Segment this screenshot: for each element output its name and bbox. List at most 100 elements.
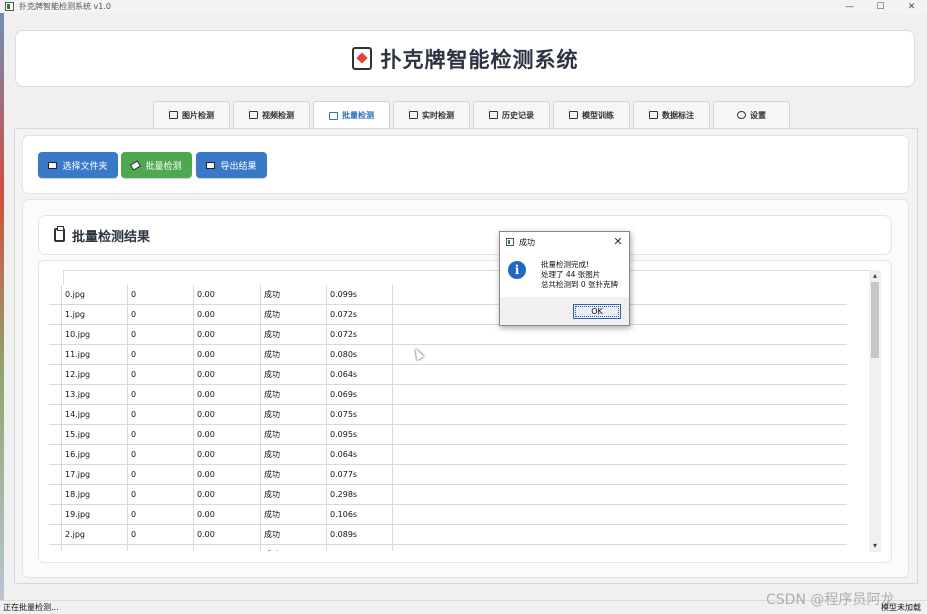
- table-cell: 成功: [261, 385, 327, 405]
- batch-detect-label: 批量检测: [145, 161, 182, 172]
- table-row[interactable]: 14.jpg 0 0.00 成功 0.075s: [49, 405, 847, 425]
- table-cell: 成功: [261, 405, 327, 425]
- table-cell: 0.00: [194, 545, 261, 551]
- table-cell: 0.00: [194, 445, 261, 465]
- tab-batch-detection[interactable]: 批量检测: [313, 101, 390, 129]
- table-cell: 1.jpg: [61, 305, 128, 325]
- dialog-footer: OK: [500, 297, 629, 325]
- dialog-line: 处理了 44 张图片: [541, 270, 601, 279]
- scroll-down-icon[interactable]: ▾: [869, 540, 881, 552]
- table-row[interactable]: 15.jpg 0 0.00 成功 0.095s: [49, 425, 847, 445]
- dialog-close-button[interactable]: ✕: [611, 234, 625, 249]
- info-icon: i: [508, 261, 526, 279]
- table-cell: 0.095s: [327, 425, 393, 445]
- ok-button[interactable]: OK: [573, 304, 621, 319]
- scrollbar-thumb[interactable]: [871, 282, 879, 358]
- table-row[interactable]: 20.jpg00.00成功0.080s: [49, 545, 847, 551]
- table-cell: 0: [128, 285, 194, 305]
- table-cell: 19.jpg: [61, 505, 128, 525]
- table-cell: 2.jpg: [61, 525, 128, 545]
- table-row[interactable]: 10.jpg 0 0.00 成功 0.072s: [49, 325, 847, 345]
- table-cell: 0.072s: [327, 325, 393, 345]
- document-icon: [489, 111, 498, 119]
- table-row[interactable]: 17.jpg 0 0.00 成功 0.077s: [49, 465, 847, 485]
- dialog-titlebar: 成功 ✕: [500, 232, 629, 252]
- upload-icon: [206, 161, 216, 169]
- table-cell: 0: [128, 305, 194, 325]
- pencil-icon: [569, 111, 578, 119]
- table-cell: 13.jpg: [61, 385, 128, 405]
- scroll-up-icon[interactable]: ▴: [869, 270, 881, 282]
- gear-icon: [737, 111, 746, 119]
- table-cell: 0: [128, 465, 194, 485]
- tab-label: 批量检测: [342, 111, 374, 120]
- table-row[interactable]: 1.jpg 0 0.00 成功 0.072s: [49, 305, 847, 325]
- table-cell: 成功: [261, 425, 327, 445]
- tab-settings[interactable]: 设置: [713, 101, 790, 128]
- table-cell: 14.jpg: [61, 405, 128, 425]
- close-button[interactable]: ✕: [896, 0, 927, 13]
- background-window-edge: [0, 13, 4, 601]
- table-row[interactable]: 19.jpg 0 0.00 成功 0.106s: [49, 505, 847, 525]
- video-icon: [249, 111, 258, 119]
- select-folder-button[interactable]: 选择文件夹: [38, 152, 118, 178]
- table-row[interactable]: 13.jpg 0 0.00 成功 0.069s: [49, 385, 847, 405]
- table-cell: 0.069s: [327, 385, 393, 405]
- table-scrollbar[interactable]: ▴ ▾: [869, 270, 881, 552]
- table-row[interactable]: 18.jpg 0 0.00 成功 0.298s: [49, 485, 847, 505]
- table-cell: 12.jpg: [61, 365, 128, 385]
- dialog-title: 成功: [519, 237, 535, 247]
- tab-model-training[interactable]: 模型训练: [553, 101, 630, 128]
- table-cell: 0.00: [194, 345, 261, 365]
- table-cell: 0.080s: [327, 545, 393, 551]
- minimize-button[interactable]: —: [834, 0, 865, 13]
- app-header: 扑克牌智能检测系统: [15, 30, 915, 87]
- table-cell: 16.jpg: [61, 445, 128, 465]
- table-cell: 20.jpg: [61, 545, 128, 551]
- table-cell: 0.00: [194, 305, 261, 325]
- table-row[interactable]: 12.jpg 0 0.00 成功 0.064s: [49, 365, 847, 385]
- table-row[interactable]: 2.jpg 0 0.00 成功 0.089s: [49, 525, 847, 545]
- table-cell: 0.064s: [327, 445, 393, 465]
- table-cell: 0.064s: [327, 365, 393, 385]
- table-cell: 0.00: [194, 285, 261, 305]
- tab-image-detection[interactable]: 图片检测: [153, 101, 230, 128]
- table-row[interactable]: 16.jpg 0 0.00 成功 0.064s: [49, 445, 847, 465]
- table-row[interactable]: 11.jpg 0 0.00 成功 0.080s: [49, 345, 847, 365]
- table-cell: 成功: [261, 465, 327, 485]
- tab-data-labeling[interactable]: 数据标注: [633, 101, 710, 128]
- table-cell: 10.jpg: [61, 325, 128, 345]
- batch-detect-button[interactable]: 批量检测: [121, 152, 192, 178]
- table-cell: 0: [128, 525, 194, 545]
- table-cell: 成功: [261, 485, 327, 505]
- table-cell: 0.00: [194, 385, 261, 405]
- clipboard-icon: [54, 226, 65, 242]
- window-title: 扑克牌智能检测系统 v1.0: [19, 2, 111, 11]
- image-icon: [169, 111, 178, 119]
- dialog-line: 总共检测到 0 张扑克牌: [541, 280, 619, 289]
- tag-icon: [649, 111, 658, 119]
- table-cell: 0: [128, 345, 194, 365]
- app-icon: [506, 238, 514, 246]
- select-folder-label: 选择文件夹: [62, 161, 108, 172]
- window-controls: — ☐ ✕: [834, 0, 927, 13]
- table-cell: 0: [128, 405, 194, 425]
- table-row[interactable]: 0.jpg 0 0.00 成功 0.099s: [49, 285, 847, 305]
- table-cell: 0.080s: [327, 345, 393, 365]
- export-results-button[interactable]: 导出结果: [196, 152, 267, 178]
- table-cell: 0: [128, 325, 194, 345]
- table-cell: 0.00: [194, 525, 261, 545]
- results-table: 0.jpg 0 0.00 成功 0.099s 1.jpg 0 0.00 成功 0.072s 10.j…: [49, 285, 847, 551]
- table-cell: 成功: [261, 545, 327, 551]
- table-cell: 0.077s: [327, 465, 393, 485]
- table-cell: 0.089s: [327, 525, 393, 545]
- table-cell: 0: [128, 365, 194, 385]
- tab-realtime-detection[interactable]: 实时检测: [393, 101, 470, 128]
- table-cell: 成功: [261, 505, 327, 525]
- folder-icon: [48, 161, 58, 169]
- maximize-button[interactable]: ☐: [865, 0, 896, 13]
- tab-video-detection[interactable]: 视频检测: [233, 101, 310, 128]
- table-cell: 成功: [261, 525, 327, 545]
- tab-history[interactable]: 历史记录: [473, 101, 550, 128]
- app-icon: [5, 2, 14, 11]
